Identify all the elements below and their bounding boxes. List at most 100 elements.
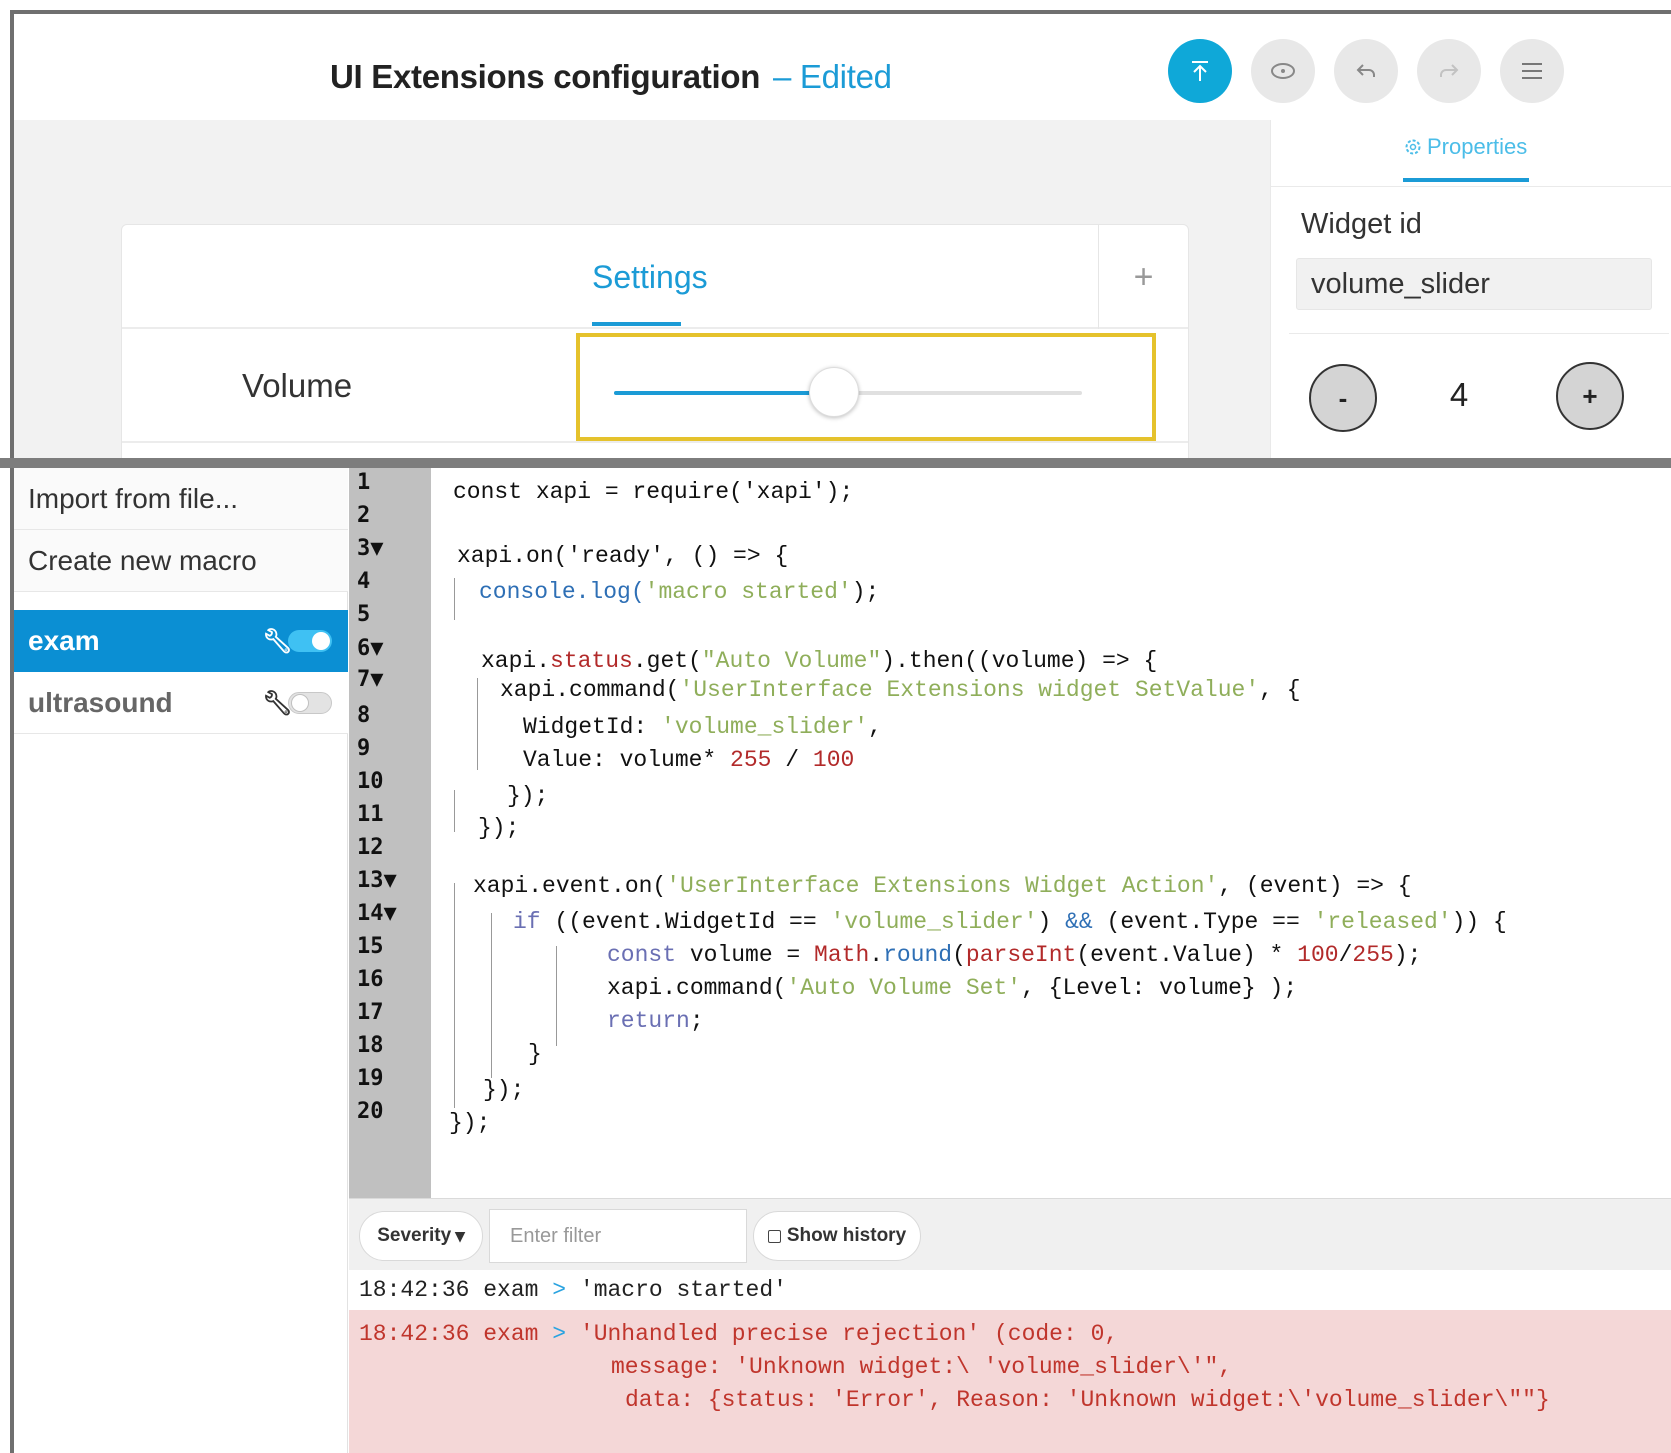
log-error-line: data: {status: 'Error', Reason: 'Unknown… xyxy=(625,1387,1550,1413)
active-tab-indicator xyxy=(592,322,681,326)
line-number[interactable]: 3▼ xyxy=(357,534,384,564)
line-number: 4 xyxy=(357,569,371,594)
code-token: 'released' xyxy=(1313,909,1452,935)
line-number-gutter: 1 2 3▼ 4 5 6▼ 7▼ 8 9 10 11 12 13▼ 14▼ 15 16 17 18 19 20 xyxy=(349,468,431,1198)
code-token: , () => { xyxy=(664,543,789,569)
code-token: xapi.on( xyxy=(457,543,568,569)
code-token: , xyxy=(868,714,882,740)
code-token: (event.Type == xyxy=(1092,909,1314,935)
code-token: (event.Value) * xyxy=(1076,942,1298,968)
code-token: ; xyxy=(689,1008,704,1034)
log-entry: 18:42:36 exam > 'macro started' xyxy=(359,1274,787,1306)
code-token: 'volume_slider' xyxy=(830,909,1038,935)
macro-item-ultrasound[interactable]: ultrasound 🔧︎ xyxy=(14,672,348,734)
tab-properties[interactable]: Properties xyxy=(1403,134,1527,160)
code-token: / xyxy=(771,747,813,773)
code-editor[interactable]: const xapi = require('xapi'); xapi.on('r… xyxy=(431,468,1671,1198)
code-token: ); xyxy=(1393,942,1422,968)
line-number: 11 xyxy=(357,802,384,827)
code-token: 'macro started' xyxy=(644,579,852,605)
code-token: 'UserInterface Extensions Widget Action' xyxy=(666,873,1219,899)
volume-slider-widget[interactable] xyxy=(576,333,1156,441)
line-number: 2 xyxy=(357,503,371,528)
log-filter-input[interactable] xyxy=(489,1209,747,1263)
upload-button[interactable] xyxy=(1168,39,1232,103)
code-token: ); xyxy=(851,579,880,605)
show-history-toggle[interactable]: Show history xyxy=(753,1211,921,1261)
line-number: 18 xyxy=(357,1033,384,1058)
redo-button[interactable] xyxy=(1417,39,1481,103)
widget-id-field[interactable] xyxy=(1296,258,1652,310)
code-line-16: xapi.command('Auto Volume Set', {Level: … xyxy=(607,973,1297,1003)
widget-id-label: Widget id xyxy=(1301,208,1422,240)
checkbox-icon[interactable] xyxy=(767,1229,781,1243)
slider-track[interactable] xyxy=(614,367,1082,417)
line-number[interactable]: 7▼ xyxy=(357,665,384,695)
code-token: xapi.command( xyxy=(607,975,787,1001)
slider-thumb[interactable] xyxy=(808,367,859,417)
macro-item-exam[interactable]: exam 🔧︎ xyxy=(14,610,348,672)
code-token: , {Level: volume} ); xyxy=(1021,975,1298,1001)
code-token: "Auto Volume" xyxy=(701,648,882,674)
code-token: 'UserInterface Extensions widget SetValu… xyxy=(679,677,1260,703)
caret-down-icon: ▾ xyxy=(455,1225,465,1247)
log-error-entry: 18:42:36 exam > 'Unhandled precise rejec… xyxy=(349,1310,1671,1453)
code-token: ( xyxy=(952,942,966,968)
tab-settings[interactable]: Settings xyxy=(592,259,708,296)
code-token: 'ready' xyxy=(567,543,665,569)
log-macro: exam xyxy=(483,1321,539,1347)
panel-divider xyxy=(0,458,1671,468)
code-token: xapi.command( xyxy=(500,677,680,703)
increment-button[interactable]: + xyxy=(1556,362,1624,430)
menu-button[interactable] xyxy=(1500,39,1564,103)
add-page-button[interactable]: + xyxy=(1098,225,1188,329)
log-error-line: message: 'Unknown widget:\ 'volume_slide… xyxy=(611,1354,1233,1380)
code-line-11: }); xyxy=(478,815,520,841)
edited-status: Edited xyxy=(799,58,892,95)
line-number[interactable]: 13▼ xyxy=(357,866,397,896)
code-token: && xyxy=(1065,909,1093,935)
code-token: WidgetId: xyxy=(523,714,662,740)
log-message: 'macro started' xyxy=(579,1277,787,1303)
code-token: parseInt xyxy=(965,942,1077,968)
import-label: Import from file... xyxy=(28,482,239,514)
code-line-4: console.log('macro started'); xyxy=(479,577,879,607)
panel-card: Settings + Volume xyxy=(121,224,1189,465)
widget-row: Volume xyxy=(122,331,1188,443)
indent-guide xyxy=(556,946,557,1046)
log-toolbar: Severity ▾ Show history xyxy=(349,1198,1671,1270)
line-number: 8 xyxy=(357,703,371,728)
slider-fill xyxy=(614,391,834,395)
create-new-macro-button[interactable]: Create new macro xyxy=(14,530,348,592)
divider xyxy=(1271,186,1671,187)
panel-tab-bar: Settings + xyxy=(122,225,1188,329)
code-token: 'volume_slider' xyxy=(661,714,869,740)
undo-button[interactable] xyxy=(1334,39,1398,103)
code-token: xapi.event.on( xyxy=(473,873,667,899)
macro-sidebar: Import from file... Create new macro exa… xyxy=(10,468,348,1453)
code-line-1: const xapi = require('xapi'); xyxy=(453,479,854,505)
code-token: return xyxy=(607,1008,690,1034)
code-token: 100 xyxy=(1297,942,1339,968)
redo-icon xyxy=(1440,64,1459,77)
severity-label: Severity xyxy=(377,1225,452,1246)
code-token: round xyxy=(883,942,953,968)
canvas-area: Settings + Volume xyxy=(14,120,1270,465)
code-token: / xyxy=(1338,942,1353,968)
code-token: .get( xyxy=(632,648,702,674)
macro-enable-toggle[interactable] xyxy=(288,630,332,652)
preview-button[interactable] xyxy=(1251,39,1315,103)
decrement-button[interactable]: - xyxy=(1309,364,1377,432)
line-number[interactable]: 14▼ xyxy=(357,899,397,929)
severity-dropdown[interactable]: Severity ▾ xyxy=(359,1211,483,1261)
code-line-13: xapi.event.on('UserInterface Extensions … xyxy=(473,871,1412,901)
line-number[interactable]: 6▼ xyxy=(357,634,384,664)
line-number: 20 xyxy=(357,1099,384,1124)
import-from-file-button[interactable]: Import from file... xyxy=(14,468,348,530)
macro-enable-toggle[interactable] xyxy=(288,692,332,714)
header-bar: UI Extensions configuration – Edited xyxy=(14,14,1671,120)
volume-label: Volume xyxy=(242,367,353,404)
line-number: 5 xyxy=(357,602,371,627)
properties-panel: Properties Widget id - 4 + xyxy=(1270,120,1671,465)
line-number: 10 xyxy=(357,769,384,794)
